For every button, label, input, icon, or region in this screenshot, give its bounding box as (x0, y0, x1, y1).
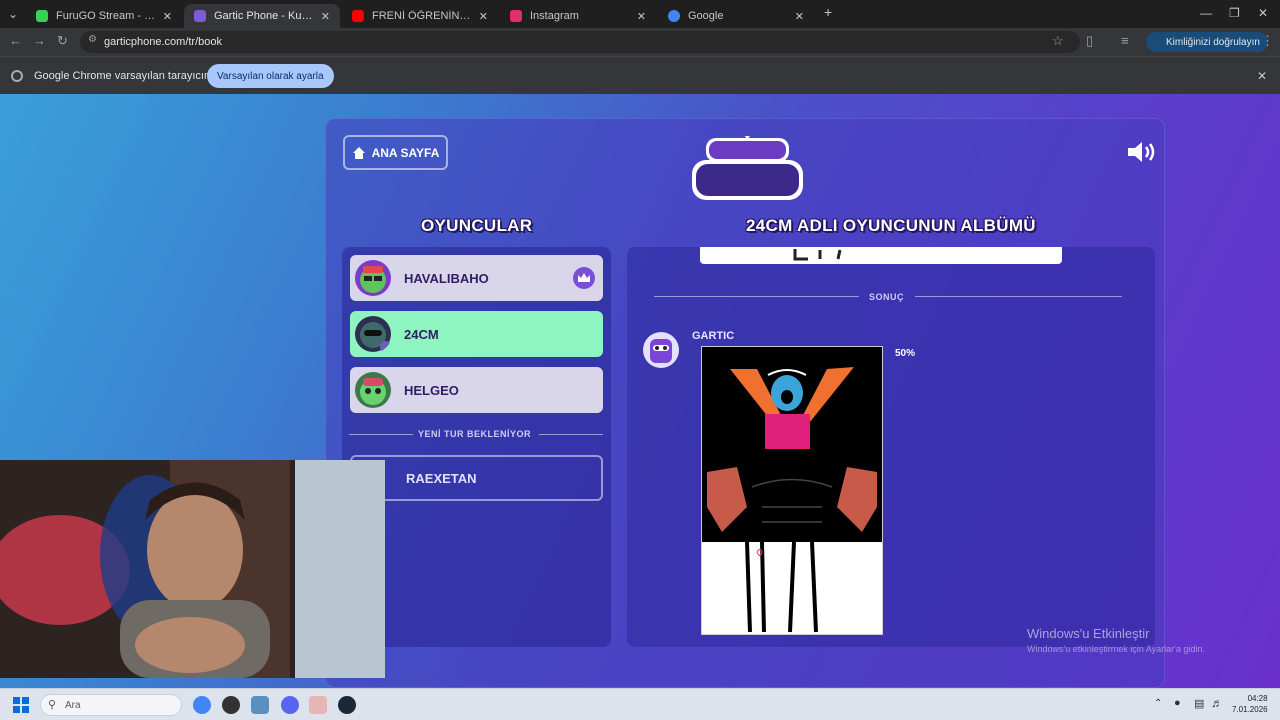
clock[interactable]: 04:28 7.01.2026 (1232, 693, 1268, 715)
result-drawing (701, 346, 883, 635)
search-placeholder: Ara (65, 699, 81, 711)
divider (654, 296, 859, 297)
bookmark-star-icon[interactable]: ☆ (1052, 33, 1064, 49)
close-tab-icon[interactable]: ✕ (795, 10, 804, 23)
player-avatar (355, 260, 391, 296)
tray-chevron-icon[interactable]: ⌃ (1154, 698, 1162, 709)
tab-title: FRENİ ÖĞRENİN | SSriders | Mo (372, 10, 473, 22)
waiting-player-row: RAEXETAN (350, 455, 603, 501)
tab-search-icon[interactable]: ⌄ (8, 7, 18, 21)
players-heading: OYUNCULAR (421, 216, 533, 235)
reload-icon[interactable]: ↻ (57, 33, 68, 49)
home-button[interactable]: ANA SAYFA (343, 135, 448, 170)
gartic-favicon-icon (194, 10, 206, 22)
home-icon (352, 146, 365, 159)
search-icon: ⚲ (48, 699, 57, 711)
player-row: HAVALIBAHO (350, 255, 603, 301)
chrome-taskbar-icon[interactable] (193, 696, 211, 714)
close-tab-icon[interactable]: ✕ (637, 10, 646, 23)
network-icon[interactable]: ▤ (1194, 697, 1204, 710)
microphone-icon[interactable]: ● (1174, 697, 1181, 709)
sound-icon[interactable] (1126, 140, 1158, 164)
tab-title: Gartic Phone - Kulaktan Kulağa (214, 10, 315, 22)
result-percent: 50% (895, 348, 916, 359)
album-heading: 24CM ADLI OYUNCUNUN ALBÜMÜ (746, 216, 1036, 235)
result-author: GARTIC (692, 330, 735, 342)
forward-icon[interactable]: → (33, 33, 46, 48)
tab-gartic[interactable]: Gartic Phone - Kulaktan Kulağa ✕ (184, 4, 340, 28)
crown-icon (573, 267, 595, 289)
divider (915, 296, 1122, 297)
discord-taskbar-icon[interactable] (281, 696, 299, 714)
player-name: HELGEO (404, 382, 459, 398)
player-row-current: 24CM (350, 311, 603, 357)
url-text: garticphone.com/tr/book (104, 36, 223, 48)
close-tab-icon[interactable]: ✕ (479, 10, 488, 23)
address-bar[interactable]: garticphone.com/tr/book (80, 31, 1080, 53)
app-taskbar-icon[interactable] (222, 696, 240, 714)
site-info-icon[interactable]: ⚙ (88, 34, 97, 45)
activation-watermark-sub: Windows'u etkinleştirmek için Ayarlar'a … (1027, 644, 1205, 654)
divider (349, 434, 413, 435)
steam-taskbar-icon[interactable] (338, 696, 356, 714)
tab-title: FuruGO Stream - Watch Live o (56, 10, 157, 22)
tab-strip: ⌄ FuruGO Stream - Watch Live o ✕ Gartic … (0, 0, 1280, 28)
restore-icon[interactable]: ❐ (1229, 6, 1240, 20)
google-favicon-icon (668, 10, 680, 22)
tab-google[interactable]: Google ✕ (658, 4, 814, 28)
tab-title: Instagram (530, 10, 579, 22)
default-browser-infobar: Google Chrome varsayılan tarayıcınız değ… (0, 56, 1280, 94)
player-name: HAVALIBAHO (404, 270, 489, 286)
youtube-favicon-icon (352, 10, 364, 22)
tab-furugo[interactable]: FuruGO Stream - Watch Live o ✕ (26, 4, 182, 28)
clock-date: 7.01.2026 (1232, 705, 1268, 714)
windows-start-icon[interactable] (13, 697, 29, 713)
verify-label: Kimliğinizi doğrulayın (1166, 36, 1260, 48)
windows-taskbar: ⚲ Ara ⌃ ● ▤ ♬ 04:28 7.01.2026 (0, 688, 1280, 720)
activation-watermark: Windows'u Etkinleştir (1027, 626, 1150, 641)
volume-icon[interactable]: ♬ (1211, 696, 1223, 710)
divider (539, 434, 603, 435)
home-label: ANA SAYFA (371, 145, 440, 160)
furugo-favicon-icon (36, 10, 48, 22)
minimize-icon[interactable]: — (1200, 6, 1212, 20)
set-default-button[interactable]: Varsayılan olarak ayarla (207, 64, 334, 88)
result-label: SONUÇ (869, 292, 905, 302)
app-taskbar-icon[interactable] (251, 696, 269, 714)
menu-icon[interactable]: ⋮ (1261, 33, 1274, 49)
gartic-phone-logo (692, 136, 803, 200)
back-icon[interactable]: ← (9, 33, 22, 48)
player-avatar (355, 372, 391, 408)
close-window-icon[interactable]: ✕ (1258, 6, 1268, 20)
gartic-avatar (643, 332, 679, 368)
previous-album-card (700, 247, 1062, 264)
instagram-favicon-icon (510, 10, 522, 22)
tab-instagram[interactable]: Instagram ✕ (500, 4, 656, 28)
verify-identity-button[interactable]: Kimliğinizi doğrulayın (1146, 32, 1268, 52)
app-taskbar-icon[interactable] (309, 696, 327, 714)
tab-title: Google (688, 10, 724, 22)
player-name: RAEXETAN (406, 470, 477, 486)
clock-time: 04:28 (1247, 694, 1268, 703)
extensions-icon[interactable]: ▯ (1086, 33, 1093, 49)
webcam-overlay (0, 460, 385, 678)
player-avatar (355, 316, 392, 353)
toolbar: ← → ↻ garticphone.com/tr/book ⚙ ☆ ▯ ≡ Ki… (0, 28, 1280, 56)
chrome-icon (11, 69, 23, 82)
media-icon[interactable]: ≡ (1121, 33, 1129, 48)
close-tab-icon[interactable]: ✕ (321, 10, 330, 23)
taskbar-search[interactable]: ⚲ Ara (40, 694, 182, 716)
player-row: HELGEO (350, 367, 603, 413)
new-tab-icon[interactable]: + (824, 4, 832, 20)
close-tab-icon[interactable]: ✕ (163, 10, 172, 23)
tab-youtube[interactable]: FRENİ ÖĞRENİN | SSriders | Mo ✕ (342, 4, 498, 28)
player-name: 24CM (404, 326, 439, 342)
waiting-label: YENİ TUR BEKLENİYOR (418, 429, 532, 439)
close-infobar-icon[interactable]: ✕ (1257, 69, 1267, 83)
